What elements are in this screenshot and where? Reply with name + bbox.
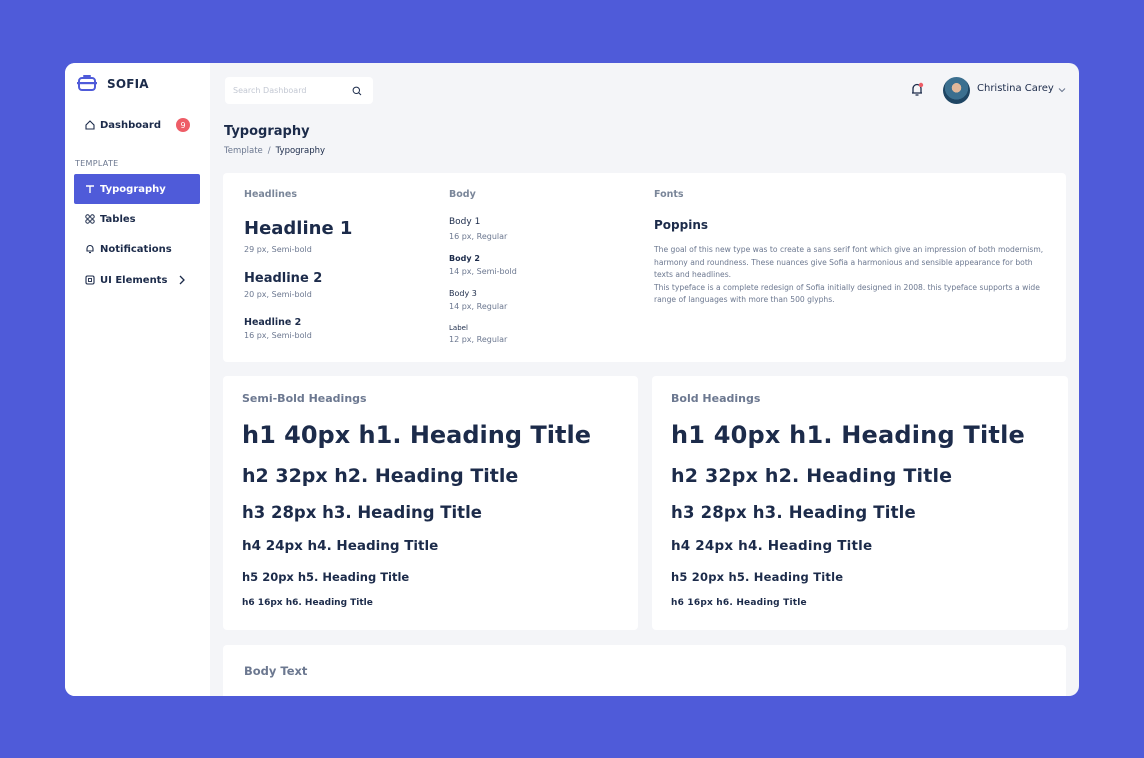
home-icon xyxy=(84,120,95,131)
heading-h3: h3 28px h3. Heading Title xyxy=(671,503,916,522)
heading-h6: h6 16px h6. Heading Title xyxy=(242,598,373,608)
body-text-card: Body Text xyxy=(223,645,1066,696)
heading-h5: h5 20px h5. Heading Title xyxy=(671,570,844,584)
body-3-meta: 14 px, Regular xyxy=(449,302,508,311)
card-title: Bold Headings xyxy=(671,392,761,405)
heading-h6: h6 16px h6. Heading Title xyxy=(671,598,807,608)
breadcrumb-item[interactable]: Template xyxy=(224,146,263,156)
sidebar: SOFIA Dashboard 9 TEMPLATE Typography Ta… xyxy=(65,63,210,696)
headline-2-meta: 20 px, Semi-bold xyxy=(244,290,312,299)
heading-h2: h2 32px h2. Heading Title xyxy=(671,465,953,487)
sidebar-item-label: Typography xyxy=(100,183,166,195)
headline-3-sample: Headline 2 xyxy=(244,317,302,328)
avatar[interactable] xyxy=(943,77,970,104)
heading-h1: h1 40px h1. Heading Title xyxy=(242,421,591,449)
body-3-sample: Body 3 xyxy=(449,289,477,298)
notification-bell-icon[interactable] xyxy=(910,82,924,97)
heading-h5: h5 20px h5. Heading Title xyxy=(242,570,410,584)
font-name: Poppins xyxy=(654,218,709,232)
sidebar-item-label: UI Elements xyxy=(100,274,168,286)
semibold-headings-card: Semi-Bold Headings h1 40px h1. Heading T… xyxy=(223,376,638,630)
font-description-paragraph: The goal of this new type was to create … xyxy=(654,245,1044,280)
label-sample: Label xyxy=(449,324,468,332)
breadcrumb-separator: / xyxy=(267,146,271,156)
search-icon[interactable] xyxy=(352,86,362,96)
sidebar-item-ui-elements[interactable]: UI Elements xyxy=(74,265,200,295)
body-1-sample: Body 1 xyxy=(449,217,481,227)
headlines-column-title: Headlines xyxy=(244,189,297,200)
sidebar-section-label: TEMPLATE xyxy=(75,159,119,168)
heading-h2: h2 32px h2. Heading Title xyxy=(242,465,519,487)
search-box[interactable] xyxy=(225,77,373,104)
headline-2-sample: Headline 2 xyxy=(244,271,323,286)
headline-1-meta: 29 px, Semi-bold xyxy=(244,245,312,254)
bold-headings-card: Bold Headings h1 40px h1. Heading Title … xyxy=(652,376,1068,630)
card-title: Semi-Bold Headings xyxy=(242,392,367,405)
body-2-meta: 14 px, Semi-bold xyxy=(449,267,517,276)
logo[interactable]: SOFIA xyxy=(76,73,149,95)
sidebar-item-label: Tables xyxy=(100,213,136,225)
font-description: The goal of this new type was to create … xyxy=(654,244,1049,307)
box-icon xyxy=(84,275,95,286)
headline-1-sample: Headline 1 xyxy=(244,218,353,239)
body-1-meta: 16 px, Regular xyxy=(449,232,508,241)
notification-badge: 9 xyxy=(176,118,190,132)
breadcrumb: Template / Typography xyxy=(224,146,325,156)
grid-icon xyxy=(84,214,95,225)
body-column-title: Body xyxy=(449,189,476,200)
bell-icon xyxy=(84,244,95,255)
headline-3-meta: 16 px, Semi-bold xyxy=(244,331,312,340)
font-description-paragraph: This typeface is a complete redesign of … xyxy=(654,282,1040,305)
sidebar-item-tables[interactable]: Tables xyxy=(74,204,200,234)
app-window: SOFIA Dashboard 9 TEMPLATE Typography Ta… xyxy=(65,63,1079,696)
logo-icon xyxy=(77,75,97,91)
search-input[interactable] xyxy=(233,86,348,95)
app-name: SOFIA xyxy=(107,77,149,91)
sidebar-item-notifications[interactable]: Notifications xyxy=(74,234,200,264)
heading-h4: h4 24px h4. Heading Title xyxy=(242,538,439,554)
type-icon xyxy=(84,184,95,195)
body-2-sample: Body 2 xyxy=(449,254,480,263)
sidebar-item-typography[interactable]: Typography xyxy=(74,174,200,204)
heading-h4: h4 24px h4. Heading Title xyxy=(671,538,873,554)
chevron-right-icon[interactable] xyxy=(178,275,186,285)
sidebar-item-dashboard[interactable]: Dashboard 9 xyxy=(74,110,200,140)
heading-h3: h3 28px h3. Heading Title xyxy=(242,503,482,522)
chevron-down-icon[interactable] xyxy=(1058,87,1066,93)
card-title: Body Text xyxy=(244,664,308,678)
breadcrumb-current: Typography xyxy=(275,146,326,156)
fonts-column-title: Fonts xyxy=(654,189,684,200)
sidebar-item-label: Dashboard xyxy=(100,119,161,131)
label-meta: 12 px, Regular xyxy=(449,335,508,344)
user-name[interactable]: Christina Carey xyxy=(977,83,1054,94)
sidebar-item-label: Notifications xyxy=(100,243,172,255)
heading-h1: h1 40px h1. Heading Title xyxy=(671,421,1025,449)
page-title: Typography xyxy=(224,124,310,139)
type-styles-card: Headlines Body Fonts Headline 1 29 px, S… xyxy=(223,173,1066,362)
